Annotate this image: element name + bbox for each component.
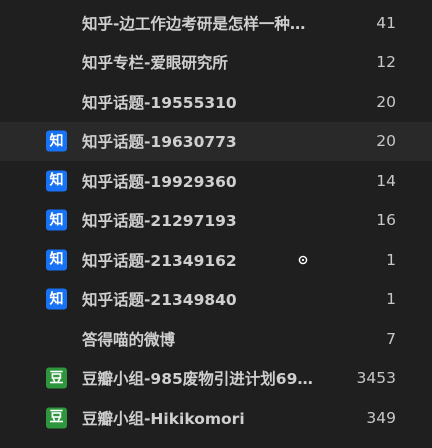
zhihu-icon: 知: [46, 130, 67, 152]
unread-count: 20: [376, 92, 396, 111]
feed-title: 知乎话题-21297193: [82, 212, 237, 231]
feed-row[interactable]: 知 知乎话题-19630773 20: [0, 121, 432, 161]
feed-title: 知乎专栏-爱眼研究所: [82, 54, 228, 73]
feed-title: 知乎话题-19555310: [82, 93, 237, 112]
feed-row[interactable]: 知 知乎话题-21349162 1: [0, 240, 432, 280]
feed-row[interactable]: 知 知乎话题-21349840 1: [0, 280, 432, 320]
feed-row[interactable]: 知乎-边工作边考研是怎样一种… 41: [0, 3, 432, 43]
feed-title: 豆瓣小组-985废物引进计划69…: [82, 370, 313, 389]
unread-count: 16: [376, 211, 396, 230]
unread-count: 1: [386, 250, 396, 269]
unread-count: 3453: [356, 369, 396, 388]
unread-count: 7: [386, 329, 396, 348]
feed-title: 知乎话题-19630773: [82, 133, 237, 152]
feed-list: 知乎-边工作边考研是怎样一种… 41 知乎专栏-爱眼研究所 12 知乎话题-19…: [0, 3, 432, 438]
zhihu-icon: 知: [46, 170, 67, 192]
unread-count: 12: [376, 53, 396, 72]
zhihu-icon: 知: [46, 288, 67, 310]
douban-icon: 豆: [46, 367, 67, 389]
feed-row[interactable]: 知 知乎话题-19929360 14: [0, 161, 432, 201]
feed-title: 豆瓣小组-Hikikomori: [82, 409, 245, 428]
feed-row[interactable]: 答得喵的微博 7: [0, 319, 432, 359]
feed-title: 知乎话题-21349162: [82, 251, 237, 270]
zhihu-icon: 知: [46, 249, 67, 271]
feed-row[interactable]: 知乎专栏-爱眼研究所 12: [0, 43, 432, 83]
unread-count: 1: [386, 290, 396, 309]
zhihu-icon: 知: [46, 209, 67, 231]
unread-count: 14: [376, 171, 396, 190]
feed-row[interactable]: 豆 豆瓣小组-Hikikomori 349: [0, 398, 432, 438]
feed-row[interactable]: 知乎话题-19555310 20: [0, 82, 432, 122]
feed-row[interactable]: 知 知乎话题-21297193 16: [0, 201, 432, 241]
feed-title: 知乎话题-21349840: [82, 291, 237, 310]
douban-icon: 豆: [46, 407, 67, 429]
unread-count: 20: [376, 132, 396, 151]
feed-row[interactable]: 豆 豆瓣小组-985废物引进计划69… 3453: [0, 359, 432, 399]
feed-title: 答得喵的微博: [82, 330, 176, 349]
unread-count: 349: [366, 408, 396, 427]
feed-title: 知乎-边工作边考研是怎样一种…: [82, 14, 306, 33]
mouse-cursor-icon: [298, 255, 308, 265]
feed-title: 知乎话题-19929360: [82, 172, 237, 191]
unread-count: 41: [376, 13, 396, 32]
